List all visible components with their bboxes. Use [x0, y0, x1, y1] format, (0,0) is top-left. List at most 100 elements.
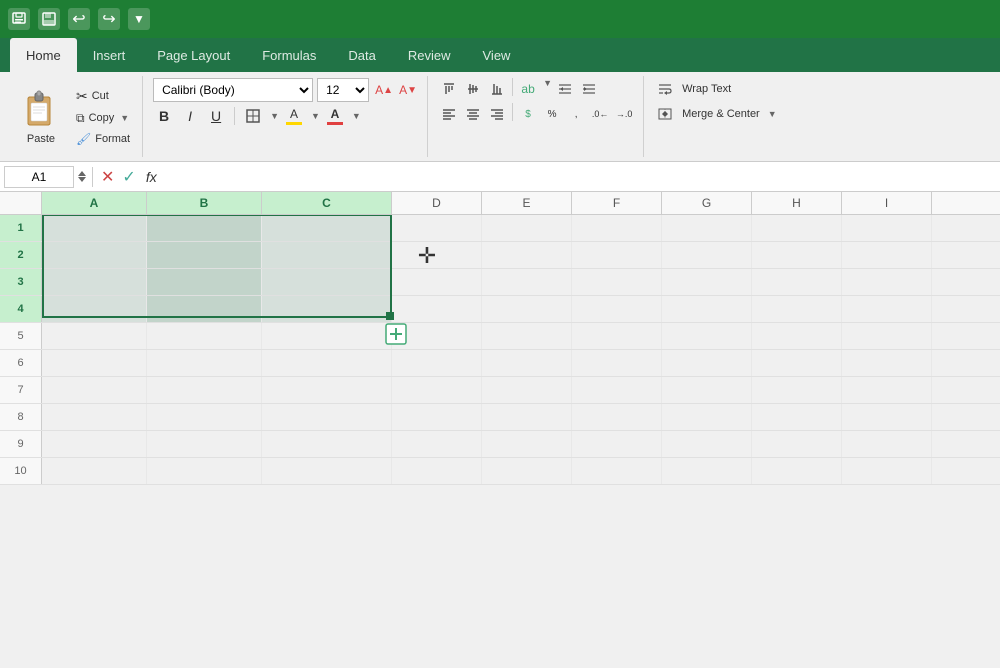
- tab-review[interactable]: Review: [392, 38, 467, 72]
- tab-page-layout[interactable]: Page Layout: [141, 38, 246, 72]
- cell-C7[interactable]: [262, 377, 392, 403]
- auto-fill-options-icon[interactable]: [384, 322, 408, 351]
- cell-I6[interactable]: [842, 350, 932, 376]
- cell-C9[interactable]: [262, 431, 392, 457]
- cell-A5[interactable]: [42, 323, 147, 349]
- cancel-formula-icon[interactable]: ✕: [99, 165, 116, 189]
- cell-D4[interactable]: [392, 296, 482, 322]
- col-header-f[interactable]: F: [572, 192, 662, 214]
- cell-G5[interactable]: [662, 323, 752, 349]
- cell-H7[interactable]: [752, 377, 842, 403]
- increase-font-button[interactable]: A▲: [373, 79, 395, 101]
- col-header-b[interactable]: B: [147, 192, 262, 214]
- cell-A8[interactable]: [42, 404, 147, 430]
- cell-H10[interactable]: [752, 458, 842, 484]
- col-header-c[interactable]: C: [262, 192, 392, 214]
- cell-E4[interactable]: [482, 296, 572, 322]
- cell-F10[interactable]: [572, 458, 662, 484]
- row-num-8[interactable]: 8: [0, 404, 42, 430]
- copy-button[interactable]: ⧉ Copy ▼: [72, 109, 134, 128]
- cut-button[interactable]: ✂ Cut: [72, 86, 134, 107]
- cell-C3[interactable]: [262, 269, 392, 295]
- undo-icon[interactable]: ↩: [68, 8, 90, 30]
- cell-D9[interactable]: [392, 431, 482, 457]
- cell-G1[interactable]: [662, 215, 752, 241]
- cell-D1[interactable]: [392, 215, 482, 241]
- cell-D6[interactable]: [392, 350, 482, 376]
- save-icon[interactable]: [38, 8, 60, 30]
- cell-G4[interactable]: [662, 296, 752, 322]
- align-top-button[interactable]: [438, 78, 460, 100]
- comma-button[interactable]: ,: [565, 103, 587, 125]
- underline-button[interactable]: U: [205, 105, 227, 127]
- cell-B9[interactable]: [147, 431, 262, 457]
- cell-C8[interactable]: [262, 404, 392, 430]
- customize-icon[interactable]: ▼: [128, 8, 150, 30]
- col-header-e[interactable]: E: [482, 192, 572, 214]
- cell-B3[interactable]: [147, 269, 262, 295]
- cell-H5[interactable]: [752, 323, 842, 349]
- increase-decimal-button[interactable]: →.0: [613, 103, 635, 125]
- quick-access-icon-1[interactable]: [8, 8, 30, 30]
- cell-E3[interactable]: [482, 269, 572, 295]
- cell-E1[interactable]: [482, 215, 572, 241]
- cell-E8[interactable]: [482, 404, 572, 430]
- cell-B1[interactable]: [147, 215, 262, 241]
- decrease-font-button[interactable]: A▼: [397, 79, 419, 101]
- cell-I8[interactable]: [842, 404, 932, 430]
- cell-F3[interactable]: [572, 269, 662, 295]
- cell-ref-arrows[interactable]: [78, 171, 86, 182]
- cell-F2[interactable]: [572, 242, 662, 268]
- col-header-h[interactable]: H: [752, 192, 842, 214]
- cell-A2[interactable]: [42, 242, 147, 268]
- cell-F4[interactable]: [572, 296, 662, 322]
- merge-center-icon-btn[interactable]: [654, 103, 676, 125]
- cell-H4[interactable]: [752, 296, 842, 322]
- cell-C6[interactable]: [262, 350, 392, 376]
- cell-B8[interactable]: [147, 404, 262, 430]
- cell-G8[interactable]: [662, 404, 752, 430]
- cell-A3[interactable]: [42, 269, 147, 295]
- cell-B5[interactable]: [147, 323, 262, 349]
- cell-A4[interactable]: [42, 296, 147, 322]
- cell-G9[interactable]: [662, 431, 752, 457]
- cell-A10[interactable]: [42, 458, 147, 484]
- percent-button[interactable]: %: [541, 103, 563, 125]
- cell-F8[interactable]: [572, 404, 662, 430]
- tab-insert[interactable]: Insert: [77, 38, 142, 72]
- cell-G3[interactable]: [662, 269, 752, 295]
- font-color-button[interactable]: A: [324, 105, 346, 127]
- cell-A7[interactable]: [42, 377, 147, 403]
- row-num-9[interactable]: 9: [0, 431, 42, 457]
- number-format-button[interactable]: $: [517, 103, 539, 125]
- row-num-3[interactable]: 3: [0, 269, 42, 295]
- cell-C2[interactable]: [262, 242, 392, 268]
- cell-E5[interactable]: [482, 323, 572, 349]
- cell-F7[interactable]: [572, 377, 662, 403]
- cell-G7[interactable]: [662, 377, 752, 403]
- cell-reference-box[interactable]: A1: [4, 166, 74, 188]
- cell-B10[interactable]: [147, 458, 262, 484]
- row-num-1[interactable]: 1: [0, 215, 42, 241]
- row-num-4[interactable]: 4: [0, 296, 42, 322]
- cell-C10[interactable]: [262, 458, 392, 484]
- fill-color-button[interactable]: A: [283, 105, 305, 127]
- cell-D2[interactable]: [392, 242, 482, 268]
- cell-G6[interactable]: [662, 350, 752, 376]
- cell-F9[interactable]: [572, 431, 662, 457]
- align-left-button[interactable]: [438, 103, 460, 125]
- cell-I7[interactable]: [842, 377, 932, 403]
- merge-center-button[interactable]: Merge & Center: [678, 106, 764, 122]
- col-header-d[interactable]: D: [392, 192, 482, 214]
- tab-formulas[interactable]: Formulas: [246, 38, 332, 72]
- cell-A9[interactable]: [42, 431, 147, 457]
- format-painter-button[interactable]: 🖌 Format: [72, 130, 134, 148]
- tab-home[interactable]: Home: [10, 38, 77, 72]
- decrease-decimal-button[interactable]: .0←: [589, 103, 611, 125]
- cell-C1[interactable]: [262, 215, 392, 241]
- cell-G2[interactable]: [662, 242, 752, 268]
- wrap-text-icon-btn[interactable]: [654, 78, 676, 100]
- increase-indent-button[interactable]: [578, 78, 600, 100]
- cell-F1[interactable]: [572, 215, 662, 241]
- cell-I5[interactable]: [842, 323, 932, 349]
